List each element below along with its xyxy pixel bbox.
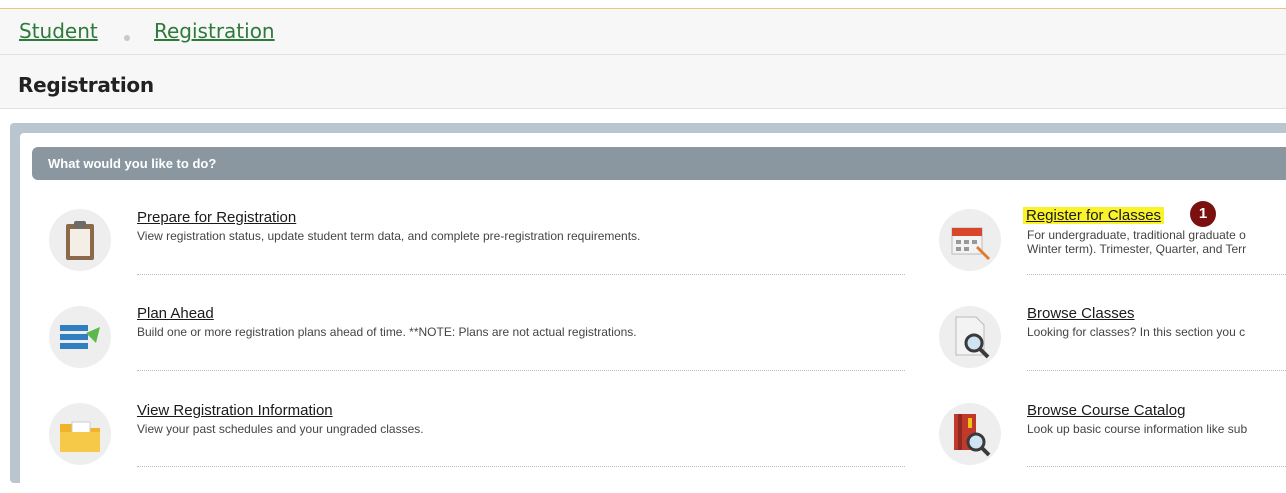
separator (1027, 274, 1286, 275)
register-for-classes-description-line1: For undergraduate, traditional graduate … (1027, 228, 1246, 242)
panel-header: What would you like to do? (32, 147, 1286, 180)
page-title-bar: Registration (0, 55, 1286, 109)
breadcrumb-separator-dot (124, 35, 130, 41)
document-search-icon (939, 306, 1001, 368)
breadcrumb-registration-link[interactable]: Registration (154, 19, 275, 43)
register-for-classes-description-line2: Winter term). Trimester, Quarter, and Te… (1027, 242, 1247, 256)
view-registration-info-description: View your past schedules and your ungrad… (137, 422, 424, 436)
breadcrumb: Student Registration (0, 9, 1286, 55)
separator (1027, 370, 1286, 371)
plan-ahead-description: Build one or more registration plans ahe… (137, 325, 637, 339)
separator (137, 466, 905, 467)
prepare-registration-link[interactable]: Prepare for Registration (137, 209, 296, 226)
prepare-registration-description: View registration status, update student… (137, 229, 641, 243)
browse-course-catalog-link[interactable]: Browse Course Catalog (1027, 402, 1185, 419)
view-registration-info-link[interactable]: View Registration Information (137, 402, 333, 419)
browse-classes-link[interactable]: Browse Classes (1027, 305, 1135, 322)
browse-classes-description: Looking for classes? In this section you… (1027, 325, 1246, 339)
register-for-classes-link[interactable]: Register for Classes (1023, 207, 1165, 224)
clipboard-icon (49, 209, 111, 271)
folder-icon (49, 403, 111, 465)
plan-ahead-link[interactable]: Plan Ahead (137, 305, 214, 322)
plan-list-icon (49, 306, 111, 368)
separator (137, 274, 905, 275)
page-title: Registration (18, 73, 154, 97)
top-accent-line (0, 0, 1286, 9)
calendar-icon (939, 209, 1001, 271)
breadcrumb-student-link[interactable]: Student (19, 19, 98, 43)
browse-course-catalog-description: Look up basic course information like su… (1027, 422, 1248, 436)
book-search-icon (939, 403, 1001, 465)
panel-header-text: What would you like to do? (48, 156, 217, 171)
separator (1027, 466, 1286, 467)
annotation-badge: 1 (1190, 201, 1216, 227)
separator (137, 370, 905, 371)
